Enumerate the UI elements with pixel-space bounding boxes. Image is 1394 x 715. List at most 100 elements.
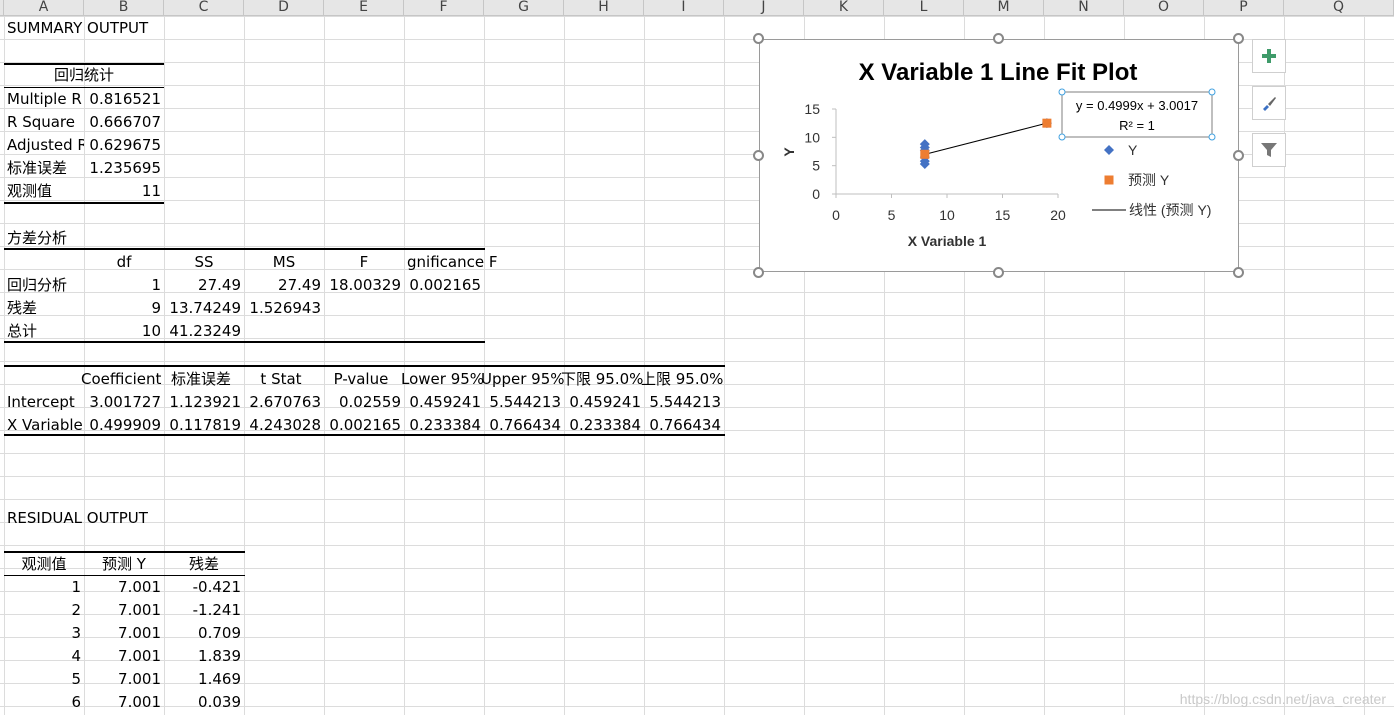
column-header-j[interactable]: J <box>724 0 804 16</box>
residual-cell[interactable]: 1 <box>4 576 84 599</box>
coef-cell[interactable]: 2.670763 <box>244 391 324 414</box>
anova-header[interactable]: SS <box>164 251 244 274</box>
chart-elements-button[interactable] <box>1252 39 1286 73</box>
coef-header[interactable]: P-value <box>318 368 404 391</box>
anova-cell[interactable] <box>244 320 324 343</box>
coef-header[interactable]: 上限 95.0% <box>638 368 724 391</box>
residual-cell[interactable]: 4 <box>4 645 84 668</box>
regression-stats-header[interactable]: 回归统计 <box>4 64 164 87</box>
column-header-b[interactable]: B <box>84 0 164 16</box>
column-header-p[interactable]: P <box>1204 0 1284 16</box>
anova-cell[interactable]: 1 <box>84 274 164 297</box>
column-header-o[interactable]: O <box>1124 0 1204 16</box>
coef-cell[interactable]: 5.544213 <box>644 391 724 414</box>
residual-cell[interactable]: 0.709 <box>164 622 244 645</box>
column-header-d[interactable]: D <box>244 0 324 16</box>
anova-header[interactable]: df <box>84 251 164 274</box>
residual-cell[interactable]: 7.001 <box>84 576 164 599</box>
residual-header[interactable]: 观测值 <box>4 553 84 576</box>
residual-cell[interactable]: 7.001 <box>84 645 164 668</box>
reg-value[interactable]: 0.629675 <box>84 134 164 157</box>
reg-value[interactable]: 1.235695 <box>84 157 164 180</box>
anova-cell[interactable]: 9 <box>84 297 164 320</box>
anova-cell[interactable]: 18.00329 <box>324 274 404 297</box>
residual-title[interactable]: RESIDUAL OUTPUT <box>4 507 174 530</box>
column-header-k[interactable]: K <box>804 0 884 16</box>
anova-header[interactable]: MS <box>244 251 324 274</box>
anova-cell[interactable]: 10 <box>84 320 164 343</box>
resize-handle-n[interactable] <box>993 33 1004 44</box>
column-header-h[interactable]: H <box>564 0 644 16</box>
reg-value[interactable]: 11 <box>84 180 164 203</box>
reg-value[interactable]: 0.666707 <box>84 111 164 134</box>
summary-title[interactable]: SUMMARY OUTPUT <box>4 17 174 40</box>
coef-header[interactable]: 标准误差 <box>158 368 244 391</box>
anova-cell[interactable]: 1.526943 <box>244 297 324 320</box>
resize-handle-s[interactable] <box>993 267 1004 278</box>
coef-header[interactable]: Coefficient <box>78 368 164 391</box>
reg-label[interactable]: 标准误差 <box>4 157 84 180</box>
coef-header[interactable]: Lower 95% <box>398 368 484 391</box>
coef-cell[interactable]: 1.123921 <box>164 391 244 414</box>
anova-row-label[interactable]: 回归分析 <box>4 274 84 297</box>
column-header-f[interactable]: F <box>404 0 484 16</box>
resize-handle-sw[interactable] <box>753 267 764 278</box>
residual-cell[interactable]: 6 <box>4 691 84 714</box>
anova-cell[interactable]: 41.23249 <box>164 320 244 343</box>
coef-header[interactable]: t Stat <box>238 368 324 391</box>
column-header-i[interactable]: I <box>644 0 724 16</box>
coef-cell[interactable]: 3.001727 <box>84 391 164 414</box>
coef-row-label[interactable]: Intercept <box>4 391 84 414</box>
anova-cell[interactable]: 0.002165 <box>404 274 484 297</box>
anova-header[interactable]: gnificance F <box>404 251 504 274</box>
chart-styles-button[interactable] <box>1252 86 1286 120</box>
anova-cell[interactable] <box>324 320 404 343</box>
residual-cell[interactable]: -0.421 <box>164 576 244 599</box>
reg-label[interactable]: Adjusted R <box>4 134 84 157</box>
resize-handle-e[interactable] <box>1233 150 1244 161</box>
select-all-corner[interactable] <box>0 0 4 16</box>
residual-cell[interactable]: 1.469 <box>164 668 244 691</box>
coef-cell[interactable]: 0.459241 <box>564 391 644 414</box>
residual-cell[interactable]: 0.039 <box>164 691 244 714</box>
column-header-n[interactable]: N <box>1044 0 1124 16</box>
residual-cell[interactable]: 7.001 <box>84 691 164 714</box>
anova-cell[interactable]: 27.49 <box>164 274 244 297</box>
line-fit-chart[interactable]: X Variable 1 Line Fit Plot 0 5 10 15 20 0 5 10 1… <box>759 39 1239 272</box>
residual-cell[interactable]: 7.001 <box>84 668 164 691</box>
chart-filters-button[interactable] <box>1252 133 1286 167</box>
reg-value[interactable]: 0.816521 <box>84 88 164 111</box>
column-header-g[interactable]: G <box>484 0 564 16</box>
reg-label[interactable]: Multiple R <box>4 88 84 111</box>
anova-row-label[interactable]: 总计 <box>4 320 84 343</box>
column-header-a[interactable]: A <box>4 0 84 16</box>
anova-row-label[interactable]: 残差 <box>4 297 84 320</box>
residual-header[interactable]: 残差 <box>164 553 244 576</box>
coef-header[interactable]: 下限 95.0% <box>558 368 644 391</box>
anova-cell[interactable]: 13.74249 <box>164 297 244 320</box>
column-header-c[interactable]: C <box>164 0 244 16</box>
coef-cell[interactable]: 5.544213 <box>484 391 564 414</box>
anova-title[interactable]: 方差分析 <box>4 227 94 250</box>
residual-cell[interactable]: 5 <box>4 668 84 691</box>
column-header-e[interactable]: E <box>324 0 404 16</box>
reg-label[interactable]: R Square <box>4 111 84 134</box>
anova-cell[interactable]: 27.49 <box>244 274 324 297</box>
legend[interactable]: Y 预测 Y 线性 (预测 Y) <box>1092 142 1211 218</box>
anova-cell[interactable] <box>324 297 404 320</box>
residual-cell[interactable]: 2 <box>4 599 84 622</box>
resize-handle-se[interactable] <box>1233 267 1244 278</box>
column-header-m[interactable]: M <box>964 0 1044 16</box>
residual-header[interactable]: 预测 Y <box>84 553 164 576</box>
column-header-q[interactable]: Q <box>1284 0 1394 16</box>
residual-cell[interactable]: -1.241 <box>164 599 244 622</box>
anova-header[interactable]: F <box>324 251 404 274</box>
reg-label[interactable]: 观测值 <box>4 180 84 203</box>
residual-cell[interactable]: 1.839 <box>164 645 244 668</box>
column-header-l[interactable]: L <box>884 0 964 16</box>
resize-handle-w[interactable] <box>753 150 764 161</box>
residual-cell[interactable]: 7.001 <box>84 622 164 645</box>
coef-cell[interactable]: 0.459241 <box>404 391 484 414</box>
coef-header[interactable]: Upper 95% <box>478 368 564 391</box>
resize-handle-ne[interactable] <box>1233 33 1244 44</box>
